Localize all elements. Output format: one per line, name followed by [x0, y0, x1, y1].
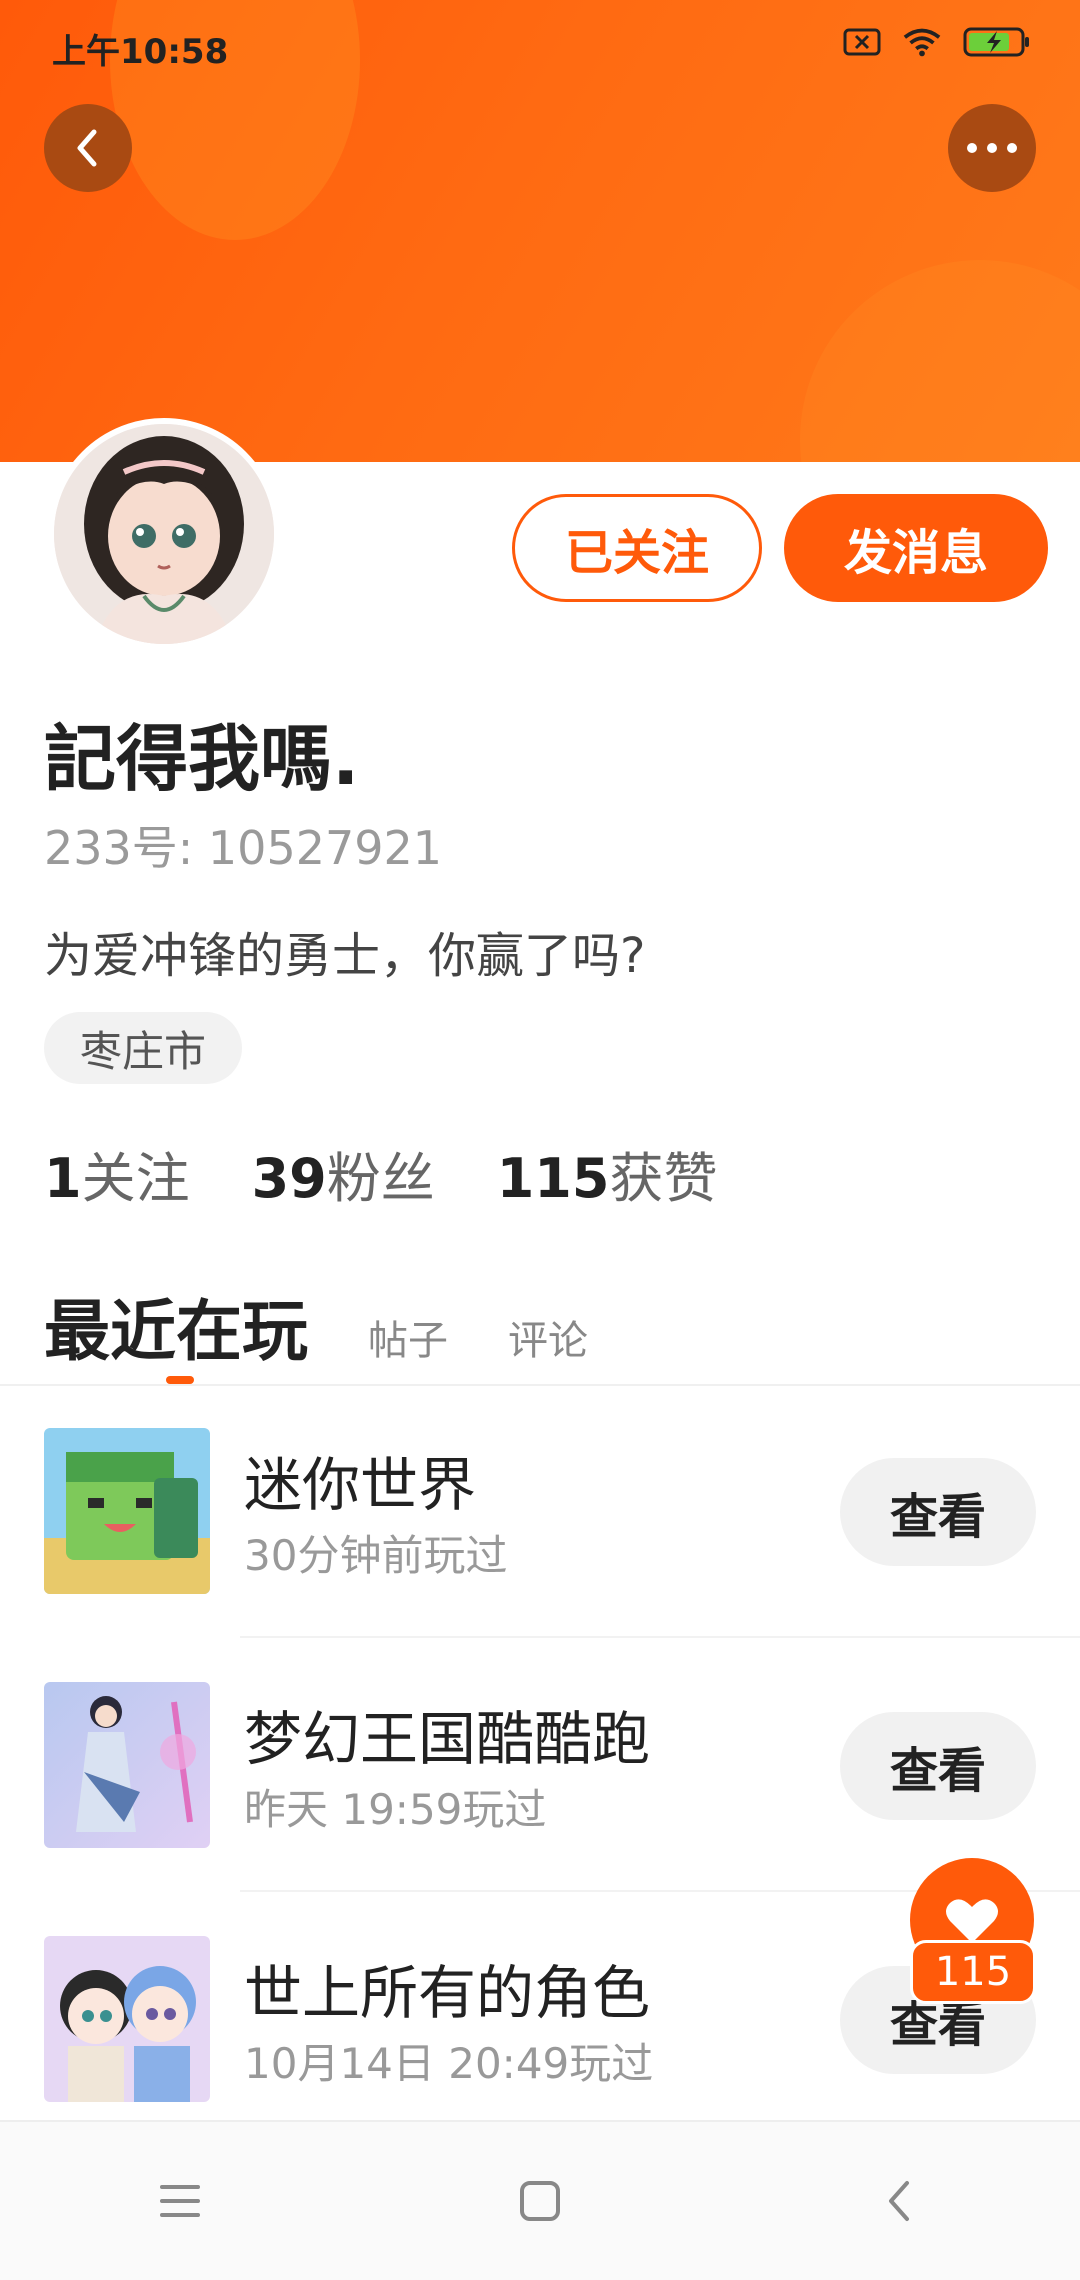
stat-label: 关注	[81, 1147, 190, 1210]
home-square-icon	[520, 2181, 560, 2221]
avatar[interactable]	[48, 418, 280, 650]
profile-tabs: 最近在玩 帖子 评论	[44, 1278, 588, 1374]
stat-likes[interactable]: 115获赞	[497, 1134, 718, 1213]
stat-following[interactable]: 1关注	[44, 1134, 190, 1213]
heart-icon	[946, 1899, 998, 1943]
game-name: 梦幻王国酷酷跑	[244, 1705, 651, 1773]
sim-icon	[842, 26, 882, 58]
user-name: 記得我嗎.	[44, 717, 360, 801]
more-button[interactable]	[948, 104, 1036, 192]
system-nav-bar	[0, 2120, 1080, 2280]
back-button[interactable]	[44, 104, 132, 192]
game-icon-all-characters	[44, 1936, 210, 2102]
nav-home-button[interactable]	[480, 2141, 600, 2261]
more-dots-icon	[967, 143, 1017, 153]
followed-button[interactable]: 已关注	[512, 494, 762, 602]
battery-icon	[962, 26, 1032, 58]
stat-number: 39	[251, 1147, 327, 1210]
like-count-badge: 115	[910, 1940, 1036, 2004]
stat-number: 115	[496, 1147, 610, 1210]
active-tab-indicator	[166, 1376, 194, 1384]
tab-comments[interactable]: 评论	[508, 1308, 588, 1366]
view-button[interactable]: 查看	[840, 1712, 1036, 1820]
tab-recently-played[interactable]: 最近在玩	[44, 1278, 308, 1374]
game-list-item[interactable]: 梦幻王国酷酷跑 昨天 19:59玩过 查看	[0, 1638, 1080, 1892]
profile-page: 上午10:58 已关注 发消息 記得我嗎. 233号: 10527921 为爱冲…	[0, 0, 1080, 2280]
game-played-time: 30分钟前玩过	[244, 1531, 508, 1580]
send-message-button[interactable]: 发消息	[784, 494, 1048, 602]
game-list-item[interactable]: 迷你世界 30分钟前玩过 查看	[0, 1384, 1080, 1638]
user-bio: 为爱冲锋的勇士，你赢了吗?	[44, 928, 646, 984]
tab-posts[interactable]: 帖子	[368, 1308, 448, 1366]
game-name: 迷你世界	[244, 1451, 477, 1519]
game-icon-mini-world	[44, 1428, 210, 1594]
banner-decoration	[800, 260, 1080, 462]
back-arrow-icon	[889, 2181, 909, 2221]
status-time: 上午10:58	[52, 32, 229, 72]
game-name: 世上所有的角色	[244, 1959, 651, 2027]
menu-icon	[160, 2185, 200, 2217]
avatar-image	[54, 424, 274, 644]
profile-stats: 1关注 39粉丝 115获赞	[44, 1134, 717, 1213]
stat-number: 1	[44, 1147, 82, 1210]
stat-label: 获赞	[609, 1147, 718, 1210]
game-played-time: 昨天 19:59玩过	[244, 1785, 547, 1834]
status-bar: 上午10:58	[0, 0, 1080, 90]
status-icons	[842, 26, 1032, 58]
profile-banner: 上午10:58	[0, 0, 1080, 462]
view-button[interactable]: 查看	[840, 1458, 1036, 1566]
user-id: 233号: 10527921	[44, 821, 443, 875]
game-played-time: 10月14日 20:49玩过	[244, 2039, 654, 2088]
nav-back-button[interactable]	[840, 2141, 960, 2261]
nav-menu-button[interactable]	[120, 2141, 240, 2261]
stat-followers[interactable]: 39粉丝	[252, 1134, 435, 1213]
game-icon-dream-kingdom	[44, 1682, 210, 1848]
location-tag: 枣庄市	[44, 1012, 243, 1084]
wifi-icon	[902, 26, 942, 58]
stat-label: 粉丝	[326, 1147, 435, 1210]
chevron-left-icon	[77, 129, 97, 167]
